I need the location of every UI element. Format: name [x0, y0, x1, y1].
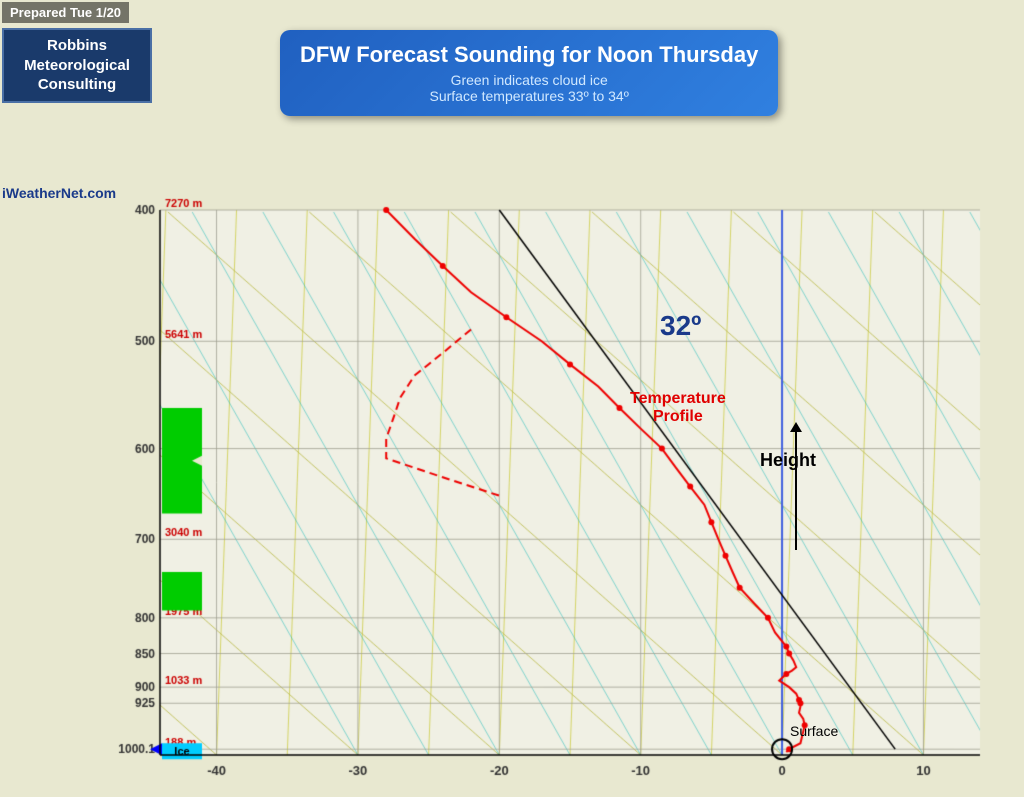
logo-text: Robbins Meteorological Consulting [14, 36, 140, 95]
main-container: Prepared Tue 1/20 Robbins Meteorological… [0, 0, 1024, 797]
surface-label: Surface [790, 723, 838, 739]
height-arrow-icon [795, 430, 797, 550]
logo-line2: Meteorological [24, 57, 130, 74]
logo-box: Robbins Meteorological Consulting [2, 28, 152, 103]
prepared-label: Prepared Tue 1/20 [2, 2, 129, 23]
temperature-profile-label: TemperatureProfile [630, 390, 726, 426]
logo-line3: Consulting [38, 76, 116, 93]
label-32-degrees: 32º [660, 310, 701, 342]
website-label: iWeatherNet.com [2, 185, 116, 201]
chart-subtitle1: Green indicates cloud ice [300, 72, 758, 88]
chart-title: DFW Forecast Sounding for Noon Thursday [300, 42, 758, 68]
chart-subtitle2: Surface temperatures 33º to 34º [300, 88, 758, 104]
title-box: DFW Forecast Sounding for Noon Thursday … [280, 30, 778, 116]
sounding-chart [0, 0, 1024, 797]
logo-line1: Robbins [47, 37, 107, 54]
height-label: Height [760, 450, 816, 471]
